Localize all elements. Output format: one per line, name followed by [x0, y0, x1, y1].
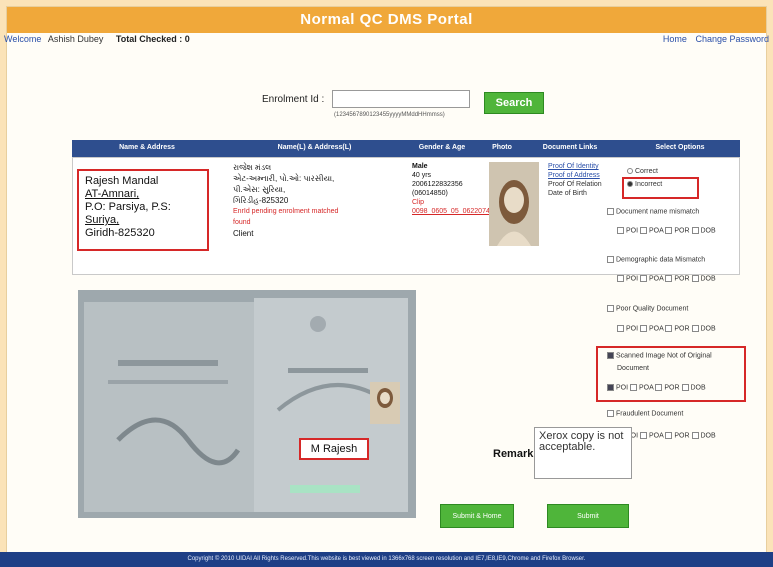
local-line: પી.એસ: સુરિયા,: [233, 185, 286, 194]
checkbox-icon[interactable]: [607, 256, 614, 263]
poa-link[interactable]: Proof of Address: [548, 171, 602, 180]
client-label: Client: [233, 229, 254, 238]
fraudulent[interactable]: Fraudulent Document: [607, 410, 683, 417]
checkbox-icon[interactable]: [691, 275, 699, 282]
col-local-address: Name(L) & Address(L): [277, 144, 352, 151]
table-header: Name & Address Name(L) & Address(L) Gend…: [72, 140, 740, 157]
document-links: Proof Of Identity Proof of Address Proof…: [548, 162, 602, 198]
home-link[interactable]: Home: [663, 34, 687, 44]
checkbox-icon[interactable]: [640, 325, 648, 332]
col-document-links: Document Links: [542, 144, 598, 151]
submit-button[interactable]: Submit: [547, 504, 629, 528]
total-checked: Total Checked : 0: [115, 34, 190, 44]
welcome-label: Welcome: [4, 34, 42, 44]
age: 40 yrs: [412, 172, 432, 179]
checkbox-icon[interactable]: [691, 432, 699, 439]
address-line: AT-Amnari,: [85, 188, 140, 200]
gender-age: Male 40 yrs 2006122832356 (06014850) Cli…: [412, 162, 490, 216]
enrolment-hint: (1234567890123455yyyyMMddHHmmss): [334, 112, 445, 118]
scanned-highlight: [596, 346, 746, 402]
person-photo-icon: [489, 162, 539, 246]
checkbox-icon[interactable]: [617, 227, 624, 234]
correct-option[interactable]: Correct: [627, 168, 658, 175]
address-line: P.O: Parsiya, P.S:: [85, 201, 171, 213]
poi-link[interactable]: Proof Of Identity: [548, 162, 602, 171]
dob-text: Date of Birth: [548, 190, 587, 197]
checkbox-icon[interactable]: [665, 275, 673, 282]
checkbox-icon[interactable]: [617, 325, 624, 332]
checkbox-icon[interactable]: [640, 275, 648, 282]
sub-options: POI POA POR DOB: [617, 275, 716, 282]
col-select-options: Select Options: [655, 144, 705, 151]
checkbox-icon[interactable]: [665, 325, 673, 332]
name-on-document: M Rajesh: [299, 438, 369, 460]
record-id: 2006122832356: [412, 181, 463, 188]
local-red-note: EnrId pending enrolment matched: [233, 208, 339, 215]
por-text: Proof Of Relation: [548, 181, 602, 188]
enrolment-input[interactable]: [332, 90, 470, 108]
address-line: Giridh-825320: [85, 227, 155, 239]
record-id-2: (06014850): [412, 190, 448, 197]
search-button[interactable]: Search: [484, 92, 544, 114]
enrolment-label: Enrolment Id :: [262, 94, 325, 105]
checkbox-icon[interactable]: [607, 410, 614, 417]
checkbox-icon[interactable]: [665, 227, 673, 234]
col-name-address: Name & Address: [119, 144, 175, 151]
resident-address: Rajesh Mandal AT-Amnari, P.O: Parsiya, P…: [77, 169, 209, 251]
clip-label: Clip: [412, 199, 425, 206]
col-photo: Photo: [492, 144, 512, 151]
local-line: એટ-અમ્નારી, પો.ઓ: પારસીયા,: [233, 174, 335, 183]
checkbox-icon[interactable]: [607, 305, 614, 312]
local-address: રાજેશ મંડલ એટ-અમ્નારી, પો.ઓ: પારસીયા, પી…: [233, 162, 408, 239]
footer: Copyright © 2010 UIDAI All Rights Reserv…: [0, 552, 773, 567]
page-title: Normal QC DMS Portal: [7, 7, 766, 33]
gender: Male: [412, 163, 428, 170]
user-name: Ashish Dubey: [47, 34, 104, 44]
local-line: ગિરિડીહ-825320: [233, 196, 289, 205]
top-nav: Home Change Password: [657, 34, 769, 44]
address-line: Rajesh Mandal: [85, 175, 159, 187]
checkbox-icon[interactable]: [640, 432, 648, 439]
local-line: રાજેશ મંડલ: [233, 163, 272, 172]
sub-options: POI POA POR DOB: [617, 227, 716, 234]
demo-mismatch[interactable]: Demographic data Mismatch: [607, 256, 705, 263]
remark-label: Remark:: [493, 448, 538, 460]
incorrect-highlight: [622, 177, 699, 199]
scanned-document-icon: [78, 290, 416, 518]
checkbox-icon[interactable]: [691, 325, 699, 332]
checkbox-icon[interactable]: [617, 275, 624, 282]
checkbox-icon[interactable]: [691, 227, 699, 234]
radio-icon[interactable]: [627, 168, 633, 175]
resident-photo: [489, 162, 539, 246]
address-line: Suriya,: [85, 214, 120, 226]
checkbox-icon[interactable]: [640, 227, 648, 234]
submit-home-button[interactable]: Submit & Home: [440, 504, 514, 528]
document-image: [78, 290, 416, 518]
local-red-note: found: [233, 219, 251, 226]
sub-options: POI POA POR DOB: [617, 325, 716, 332]
checkbox-icon[interactable]: [665, 432, 673, 439]
doc-name-mismatch[interactable]: Document name mismatch: [607, 208, 699, 215]
welcome-bar: Welcome Ashish Dubey Total Checked : 0: [4, 34, 190, 44]
change-password-link[interactable]: Change Password: [695, 34, 769, 44]
remark-input[interactable]: Xerox copy is not acceptable.: [534, 427, 632, 479]
poor-quality[interactable]: Poor Quality Document: [607, 305, 688, 312]
clip-link[interactable]: 0098_0605_05_0622074: [412, 207, 490, 216]
col-gender-age: Gender & Age: [418, 144, 466, 151]
checkbox-icon[interactable]: [607, 208, 614, 215]
